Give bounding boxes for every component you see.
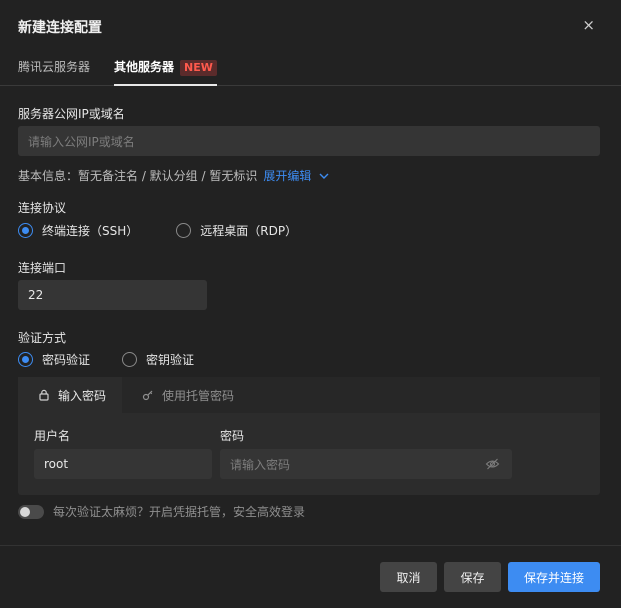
tab-other-server[interactable]: 其他服务器 NEW bbox=[114, 58, 217, 86]
dialog-title: 新建连接配置 bbox=[18, 20, 102, 36]
server-address-label: 服务器公网IP或域名 bbox=[18, 107, 125, 121]
credential-hosting-label: 每次验证太麻烦？开启凭据托管，安全高效登录 bbox=[53, 505, 306, 519]
tab-managed-password[interactable]: 使用托管密码 bbox=[142, 377, 234, 413]
protocol-label: 连接协议 bbox=[18, 201, 67, 215]
key-icon bbox=[142, 390, 153, 401]
close-icon[interactable]: × bbox=[582, 17, 595, 33]
save-and-connect-button[interactable]: 保存并连接 bbox=[508, 562, 600, 592]
radio-ssh-label: 终端连接（SSH） bbox=[42, 224, 139, 238]
radio-rdp[interactable]: 远程桌面（RDP） bbox=[176, 222, 297, 239]
radio-ssh-indicator bbox=[18, 223, 33, 238]
radio-ssh[interactable]: 终端连接（SSH） bbox=[18, 222, 138, 239]
tab-other-server-label: 其他服务器 bbox=[114, 60, 175, 74]
port-label: 连接端口 bbox=[18, 261, 67, 275]
auth-tabbar: 输入密码 使用托管密码 bbox=[18, 377, 600, 413]
password-placeholder: 请输入密码 bbox=[230, 457, 291, 472]
new-connection-dialog: 新建连接配置 × 腾讯云服务器 其他服务器 NEW 服务器公网IP或域名 请输入公… bbox=[0, 0, 621, 608]
username-input[interactable]: root bbox=[34, 449, 212, 479]
expand-edit-label: 展开编辑 bbox=[263, 169, 312, 183]
port-input[interactable]: 22 bbox=[18, 280, 207, 310]
server-address-input[interactable]: 请输入公网IP或域名 bbox=[18, 126, 600, 156]
basic-info: 基本信息：暂无备注名 / 默认分组 / 暂无标识 展开编辑 bbox=[18, 167, 329, 184]
radio-rdp-indicator bbox=[176, 223, 192, 238]
credential-hosting-toggle[interactable] bbox=[18, 504, 44, 519]
cancel-button[interactable]: 取消 bbox=[380, 562, 437, 592]
radio-rdp-label: 远程桌面（RDP） bbox=[200, 224, 298, 238]
password-input[interactable]: 请输入密码 bbox=[220, 449, 512, 479]
auth-panel: 输入密码 使用托管密码 用户名 root 密码 请输入密码 bbox=[18, 377, 600, 495]
protocol-radio-group: 终端连接（SSH） 远程桌面（RDP） bbox=[18, 222, 335, 239]
server-type-tabs: 腾讯云服务器 其他服务器 NEW bbox=[0, 50, 621, 86]
expand-edit-link[interactable]: 展开编辑 bbox=[263, 169, 329, 183]
radio-password-indicator bbox=[18, 352, 33, 367]
lock-icon bbox=[39, 389, 49, 401]
radio-password[interactable]: 密码验证 bbox=[18, 351, 90, 368]
chevron-down-icon bbox=[319, 173, 329, 179]
radio-key-indicator bbox=[122, 352, 138, 367]
radio-key-label: 密钥验证 bbox=[146, 353, 195, 367]
eye-off-icon[interactable] bbox=[485, 457, 500, 471]
auth-method-label: 验证方式 bbox=[18, 331, 67, 345]
basic-info-text: 基本信息：暂无备注名 / 默认分组 / 暂无标识 bbox=[18, 169, 258, 183]
tab-managed-password-label: 使用托管密码 bbox=[162, 388, 235, 403]
auth-radio-group: 密码验证 密钥验证 bbox=[18, 351, 232, 368]
tab-input-password[interactable]: 输入密码 bbox=[18, 377, 122, 413]
save-button[interactable]: 保存 bbox=[444, 562, 501, 592]
credential-hosting-row: 每次验证太麻烦？开启凭据托管，安全高效登录 bbox=[18, 503, 305, 520]
tab-input-password-label: 输入密码 bbox=[58, 388, 107, 403]
new-badge: NEW bbox=[180, 60, 217, 76]
password-label: 密码 bbox=[220, 429, 245, 443]
tab-tencent-cloud-label: 腾讯云服务器 bbox=[18, 60, 91, 74]
radio-password-label: 密码验证 bbox=[42, 353, 91, 367]
username-label: 用户名 bbox=[34, 429, 71, 443]
radio-key[interactable]: 密钥验证 bbox=[122, 351, 194, 368]
tab-tencent-cloud[interactable]: 腾讯云服务器 bbox=[18, 58, 90, 86]
footer-divider bbox=[0, 545, 621, 546]
